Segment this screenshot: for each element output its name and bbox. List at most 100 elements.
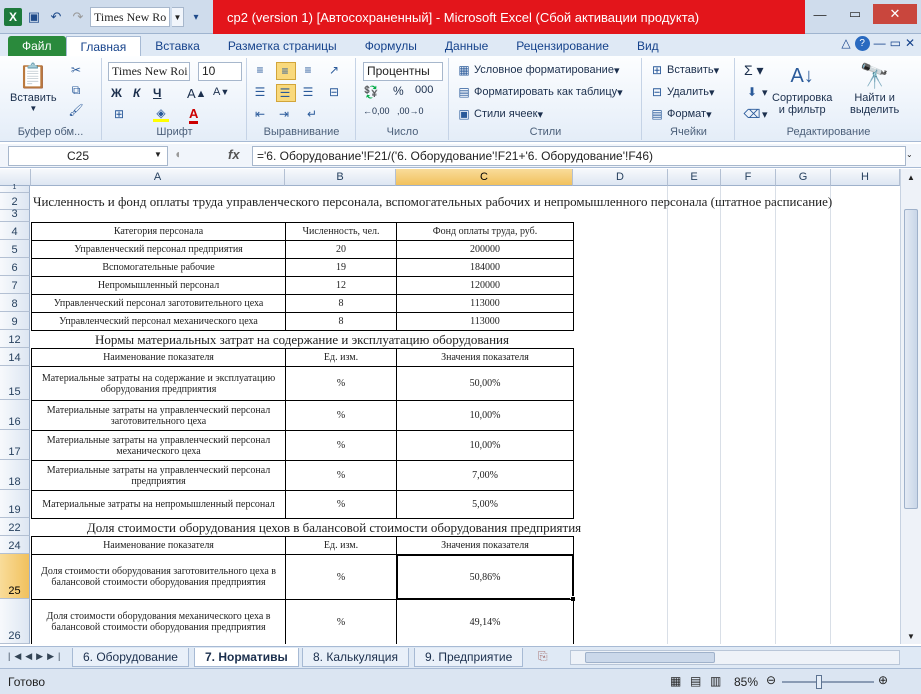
cut-icon[interactable]: ✂ [68, 62, 86, 78]
table2-cell[interactable]: Материальные затраты на управленческий п… [31, 400, 286, 431]
row-header[interactable]: 24 [0, 536, 30, 554]
format-cells-button[interactable]: ▤ Формат ▾ [649, 106, 711, 122]
table1-cell[interactable]: 113000 [396, 312, 574, 331]
ribbon-minimize-icon[interactable]: △ [841, 36, 850, 51]
column-header[interactable]: A [31, 169, 285, 186]
window-close-icon[interactable]: ✕ [905, 36, 915, 51]
table1-cell[interactable]: 19 [285, 258, 397, 277]
italic-button[interactable]: К [133, 86, 140, 100]
font-color-icon[interactable]: A [189, 106, 199, 124]
insert-function-icon[interactable]: fx [228, 147, 240, 162]
customize-qat-icon[interactable]: ▾ [186, 7, 206, 27]
table3-header[interactable]: Ед. изм. [285, 536, 397, 555]
tab-data[interactable]: Данные [431, 36, 502, 56]
column-header[interactable]: F [721, 169, 776, 186]
column-header[interactable]: B [285, 169, 396, 186]
number-format-select[interactable]: Процентны [363, 62, 443, 81]
zoom-level[interactable]: 85% [734, 675, 758, 689]
zoom-in-icon[interactable]: ⊕ [878, 673, 888, 687]
formula-input[interactable]: ='6. Оборудование'!F21/('6. Оборудование… [252, 146, 906, 166]
table3-cell[interactable]: % [285, 599, 397, 644]
table2-cell[interactable]: 10,00% [396, 430, 574, 461]
column-header[interactable]: G [776, 169, 831, 186]
table1-cell[interactable]: Управленческий персонал механического це… [31, 312, 286, 331]
save-icon[interactable]: ▣ [24, 7, 44, 27]
row-header[interactable]: 6 [0, 258, 30, 276]
table3-cell[interactable]: % [285, 554, 397, 600]
orientation-icon[interactable]: ↗ [326, 62, 344, 78]
table3-cell[interactable]: Доля стоимости оборудования механическог… [31, 599, 286, 644]
autosum-icon[interactable]: Σ ▾ [744, 62, 764, 79]
chevron-down-icon[interactable]: ▼ [172, 7, 184, 27]
cell-styles-button[interactable]: ▣ Стили ячеек ▾ [456, 106, 543, 122]
table2-header[interactable]: Наименование показателя [31, 348, 286, 367]
table2-cell[interactable]: % [285, 366, 397, 401]
table2-cell[interactable]: Материальные затраты на содержание и экс… [31, 366, 286, 401]
page-break-view-icon[interactable]: ▥ [710, 674, 721, 688]
table1-cell[interactable]: Непромышленный персонал [31, 276, 286, 295]
table1-header[interactable]: Фонд оплаты труда, руб. [396, 222, 574, 241]
table2-cell[interactable]: % [285, 460, 397, 491]
name-box-dropdown-icon[interactable]: ▼ [154, 150, 162, 159]
copy-icon[interactable]: ⧉ [68, 82, 86, 98]
section-title-equipment-share[interactable]: Доля стоимости оборудования цехов в бала… [31, 518, 637, 536]
row-header[interactable]: 5 [0, 240, 30, 258]
table2-cell[interactable]: Материальные затраты на управленческий п… [31, 430, 286, 461]
row-header[interactable]: 16 [0, 400, 30, 430]
close-icon[interactable]: ✕ [873, 4, 917, 24]
column-header[interactable]: E [668, 169, 721, 186]
row-header[interactable]: 17 [0, 430, 30, 460]
tab-review[interactable]: Рецензирование [502, 36, 623, 56]
borders-icon[interactable]: ⊞ [111, 106, 129, 122]
fill-color-icon[interactable]: ◈ [153, 106, 171, 122]
sheet-tab[interactable]: 9. Предприятие [414, 648, 524, 667]
table1-cell[interactable]: Управленческий персонал предприятия [31, 240, 286, 259]
percent-icon[interactable]: % [393, 84, 404, 98]
table1-cell[interactable]: 8 [285, 294, 397, 313]
table1-cell[interactable]: 113000 [396, 294, 574, 313]
align-right-icon[interactable]: ☰ [300, 84, 318, 100]
table3-cell[interactable]: 49,14% [396, 599, 574, 644]
zoom-slider-thumb[interactable] [816, 675, 822, 689]
tab-insert[interactable]: Вставка [141, 36, 214, 56]
font-name-select[interactable]: Times New Roi [108, 62, 190, 81]
thousands-icon[interactable]: 000 [415, 84, 433, 96]
worksheet-grid[interactable]: A B C D E F G H 1 2 3 4 5 6 7 8 9 12 14 … [0, 169, 900, 644]
decrease-indent-icon[interactable]: ⇤ [252, 106, 270, 122]
tab-home[interactable]: Главная [65, 36, 142, 56]
zoom-out-icon[interactable]: ⊖ [766, 673, 776, 687]
underline-button[interactable]: Ч [153, 86, 161, 100]
table1-cell[interactable]: 20 [285, 240, 397, 259]
bold-button[interactable]: Ж [111, 86, 122, 100]
align-bottom-icon[interactable]: ≡ [300, 62, 318, 78]
find-select-button[interactable]: 🔭 Найти и выделить [850, 60, 899, 117]
row-header[interactable]: 3 [0, 208, 30, 222]
page-layout-view-icon[interactable]: ▤ [690, 674, 701, 688]
align-left-icon[interactable]: ☰ [252, 84, 270, 100]
align-top-icon[interactable]: ≡ [252, 62, 270, 78]
column-header[interactable]: D [573, 169, 668, 186]
window-minimize-icon[interactable]: — [874, 36, 886, 51]
undo-icon[interactable]: ↶ [46, 7, 66, 27]
table1-cell[interactable]: 120000 [396, 276, 574, 295]
tab-file[interactable]: Файл [8, 36, 66, 56]
formula-expand-icon[interactable]: ⌄ [906, 150, 913, 159]
delete-cells-button[interactable]: ⊟ Удалить ▾ [649, 84, 715, 100]
currency-icon[interactable]: 💱 [363, 84, 381, 100]
normal-view-icon[interactable]: ▦ [670, 674, 681, 688]
table2-cell[interactable]: 10,00% [396, 400, 574, 431]
table2-cell[interactable]: % [285, 490, 397, 519]
expand-icon[interactable]: ◖ [174, 147, 181, 161]
row-header[interactable]: 9 [0, 312, 30, 330]
section-title-material-norms[interactable]: Нормы материальных затрат на содержание … [31, 330, 573, 348]
row-header[interactable]: 12 [0, 330, 30, 348]
row-header[interactable]: 22 [0, 518, 30, 536]
merge-center-icon[interactable]: ⊟ [326, 84, 344, 100]
scroll-thumb[interactable] [904, 209, 918, 509]
table1-cell[interactable]: 12 [285, 276, 397, 295]
format-as-table-button[interactable]: ▤ Форматировать как таблицу ▾ [456, 84, 622, 100]
row-header[interactable]: 26 [0, 599, 30, 644]
table3-cell[interactable]: Доля стоимости оборудования заготовитель… [31, 554, 286, 600]
table2-cell[interactable]: Материальные затраты на управленческий п… [31, 460, 286, 491]
h-scroll-thumb[interactable] [585, 652, 715, 663]
